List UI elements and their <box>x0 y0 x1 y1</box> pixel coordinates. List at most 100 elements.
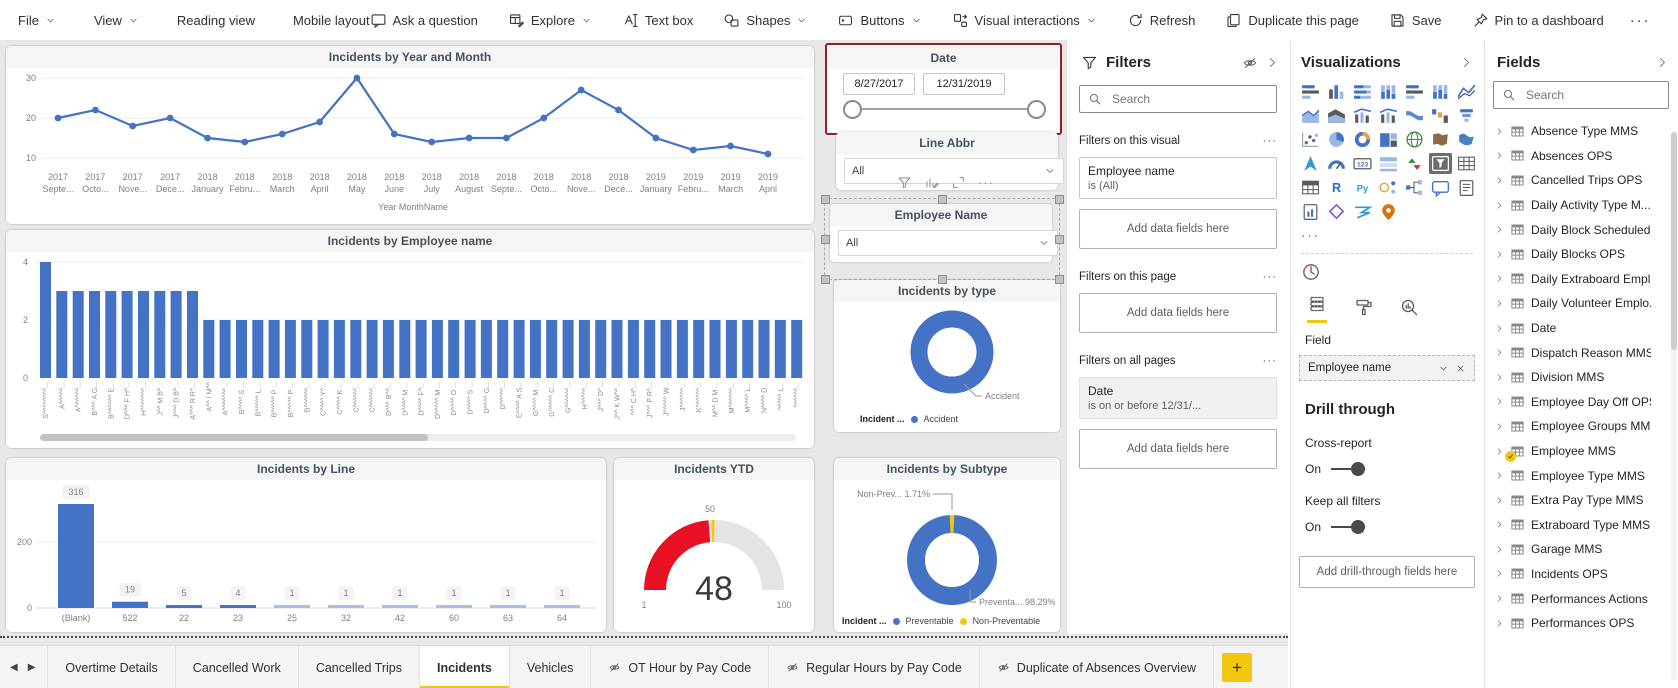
expand-chevron-icon[interactable] <box>1495 569 1504 578</box>
incidents-ytd-visual[interactable]: Incidents YTD 50 1 100 48 <box>614 458 814 632</box>
expand-chevron-icon[interactable] <box>1495 299 1504 308</box>
menu-visual-interactions[interactable]: Visual interactions <box>952 12 1097 29</box>
fields-search[interactable] <box>1493 81 1669 109</box>
visual-type-smart-narrative-icon[interactable] <box>1455 177 1478 198</box>
employee-name-slicer-visual[interactable]: Employee Name All <box>830 204 1058 262</box>
tab-format[interactable] <box>1353 297 1373 323</box>
edit-visual-icon[interactable] <box>924 175 939 190</box>
visual-type-decomposition-tree-icon[interactable] <box>1403 177 1426 198</box>
expand-chevron-icon[interactable] <box>1495 201 1504 210</box>
tab-field[interactable] <box>1307 294 1327 323</box>
eye-slash-icon[interactable] <box>1242 55 1258 71</box>
visual-type-power-apps-icon[interactable] <box>1325 201 1348 222</box>
visual-type-key-influencers-icon[interactable] <box>1377 177 1400 198</box>
visual-type-multi-row-card-icon[interactable] <box>1377 153 1400 174</box>
menu-reading-view[interactable]: Reading view <box>177 13 255 28</box>
field-table-row[interactable]: Performances OPS <box>1485 611 1678 636</box>
line-chart[interactable]: 10 20 30 2017 Septe... 2017 Octo... 2017 Nove...… <box>6 68 814 224</box>
visual-type-slicer-icon[interactable] <box>1429 153 1452 174</box>
menu-ask-a-question[interactable]: Ask a question <box>370 12 478 29</box>
selection-handle[interactable] <box>821 235 830 244</box>
visual-type-python-visual-icon[interactable]: Py <box>1351 177 1374 198</box>
date-slicer-visual-selected[interactable]: Date <box>825 43 1062 135</box>
selection-handle[interactable] <box>1055 275 1064 284</box>
field-table-row[interactable]: Garage MMS <box>1485 537 1678 562</box>
scrollbar-thumb[interactable] <box>40 434 428 441</box>
visual-type-matrix-icon[interactable] <box>1299 177 1322 198</box>
field-table-row[interactable]: Daily Block Scheduled... <box>1485 217 1678 242</box>
visual-type-stacked-area-chart-icon[interactable] <box>1325 105 1348 126</box>
visual-type-100-stacked-bar-chart-icon[interactable] <box>1403 81 1426 102</box>
filters-search-input[interactable] <box>1110 91 1268 107</box>
employee-name-dropdown[interactable]: All <box>838 230 1058 256</box>
visual-type-100-stacked-column-chart-icon[interactable] <box>1429 81 1452 102</box>
page-tab-incidents[interactable]: Incidents <box>419 646 510 688</box>
visual-type-gauge-icon[interactable] <box>1325 153 1348 174</box>
menu-explore[interactable]: Explore <box>508 12 592 29</box>
visual-type-line-and-stacked-column-chart-icon[interactable] <box>1351 105 1374 126</box>
visual-type-power-automate-icon[interactable] <box>1351 201 1374 222</box>
clock-icon[interactable] <box>1291 258 1483 286</box>
field-table-row[interactable]: Extra Pay Type MMS <box>1485 488 1678 513</box>
expand-chevron-icon[interactable] <box>1495 594 1504 603</box>
collapse-pane-icon[interactable] <box>1460 56 1473 69</box>
expand-chevron-icon[interactable] <box>1495 447 1504 456</box>
visual-type-area-chart-icon[interactable] <box>1299 105 1322 126</box>
visual-type-card-icon[interactable]: 123 <box>1351 153 1374 174</box>
filter-card[interactable]: Date is on or before 12/31/... <box>1079 377 1277 419</box>
expand-chevron-icon[interactable] <box>1495 176 1504 185</box>
visual-type-waterfall-chart-icon[interactable] <box>1429 105 1452 126</box>
menu-file[interactable]: File <box>18 13 56 28</box>
page-tab-cancelled-trips[interactable]: Cancelled Trips <box>299 646 420 688</box>
filter-card[interactable]: Employee name is (All) <box>1079 157 1277 199</box>
menu-pin-to-a-dashboard[interactable]: Pin to a dashboard <box>1472 12 1604 29</box>
slider-handle-end[interactable] <box>1027 100 1046 119</box>
visual-type-kpi-icon[interactable] <box>1403 153 1426 174</box>
selection-handle[interactable] <box>1055 235 1064 244</box>
visual-type-clustered-column-chart-icon[interactable] <box>1377 81 1400 102</box>
page-tab-ot-hour-by-pay-code[interactable]: OT Hour by Pay Code <box>591 646 770 688</box>
page-tab-overtime-details[interactable]: Overtime Details <box>47 646 176 688</box>
next-page-arrow[interactable]: ▶ <box>28 662 36 673</box>
visual-type-funnel-chart-icon[interactable] <box>1455 105 1478 126</box>
page-tab-cancelled-work[interactable]: Cancelled Work <box>176 646 299 688</box>
selection-handle[interactable] <box>821 275 830 284</box>
page-tab-regular-hours-by-pay-code[interactable]: Regular Hours by Pay Code <box>769 646 980 688</box>
menu-mobile-layout[interactable]: Mobile layout <box>293 13 370 28</box>
expand-chevron-icon[interactable] <box>1495 151 1504 160</box>
date-start-input[interactable] <box>843 73 915 95</box>
fields-search-input[interactable] <box>1524 87 1660 103</box>
employee-name-slicer-selection[interactable]: Employee Name All <box>821 195 1064 284</box>
expand-chevron-icon[interactable] <box>1495 225 1504 234</box>
gauge-chart[interactable]: 50 1 100 48 <box>614 480 814 632</box>
selection-handle[interactable] <box>938 195 947 204</box>
visual-type-donut-chart-icon[interactable] <box>1351 129 1374 150</box>
selection-handle[interactable] <box>938 275 947 284</box>
field-table-row[interactable]: Dispatch Reason MMS <box>1485 340 1678 365</box>
visual-type-table-icon[interactable] <box>1455 153 1478 174</box>
visual-type-map-icon[interactable] <box>1403 129 1426 150</box>
incidents-by-year-and-month-visual[interactable]: Incidents by Year and Month 10 20 30 2017 Se… <box>6 46 814 224</box>
menu-duplicate-this-page[interactable]: Duplicate this page <box>1225 12 1359 29</box>
donut-chart[interactable]: Accident <box>834 302 1060 410</box>
add-data-fields-drop-zone[interactable]: Add data fields here <box>1079 429 1277 469</box>
field-table-row[interactable]: Employee MMS <box>1485 439 1678 464</box>
visual-type-azure-map-icon[interactable] <box>1299 153 1322 174</box>
expand-chevron-icon[interactable] <box>1495 348 1504 357</box>
visual-type-pie-chart-icon[interactable] <box>1325 129 1348 150</box>
cross-report-toggle[interactable] <box>1331 462 1366 476</box>
page-tab-duplicate-of-absences-overview[interactable]: Duplicate of Absences Overview <box>980 646 1215 688</box>
keep-all-filters-toggle[interactable] <box>1331 520 1366 534</box>
visual-type-stacked-column-chart-icon[interactable] <box>1325 81 1348 102</box>
visual-type-ribbon-chart-icon[interactable] <box>1403 105 1426 126</box>
expand-chevron-icon[interactable] <box>1495 250 1504 259</box>
visual-type-q-and-a-icon[interactable] <box>1429 177 1452 198</box>
visual-type-clustered-bar-chart-icon[interactable] <box>1351 81 1374 102</box>
field-table-row[interactable]: Performances Actions ... <box>1485 586 1678 611</box>
focus-mode-icon[interactable] <box>951 175 966 190</box>
expand-chevron-icon[interactable] <box>1495 619 1504 628</box>
expand-chevron-icon[interactable] <box>1495 496 1504 505</box>
visual-type-filled-map-icon[interactable] <box>1429 129 1452 150</box>
visual-type-stacked-bar-chart-icon[interactable] <box>1299 81 1322 102</box>
field-table-row[interactable]: Employee Type MMS <box>1485 463 1678 488</box>
